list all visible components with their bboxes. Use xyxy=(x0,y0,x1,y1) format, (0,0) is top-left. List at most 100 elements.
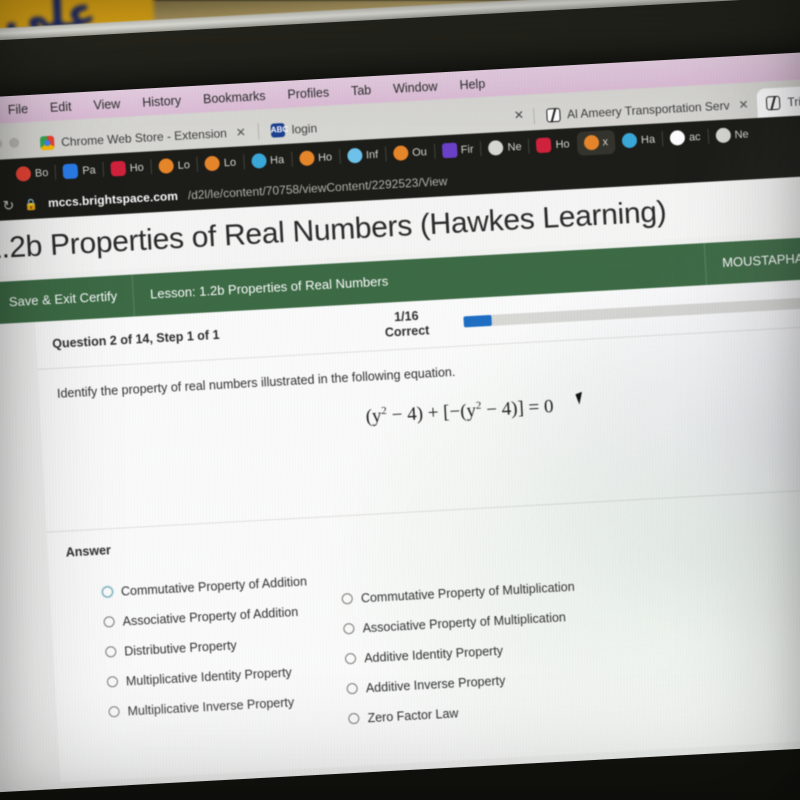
bookmark-item-14[interactable]: ac xyxy=(663,129,708,146)
radio-button[interactable] xyxy=(101,586,114,598)
answer-option-associative-multiplication[interactable]: Associative Property of Multiplication xyxy=(343,609,576,636)
menu-item-window[interactable]: Window xyxy=(393,79,438,95)
gmail-icon xyxy=(15,165,32,182)
chrome-gray-icon xyxy=(715,127,731,144)
reload-icon[interactable]: ↻ xyxy=(2,196,15,214)
answer-options-right-column: Commutative Property of Multiplication A… xyxy=(340,559,581,726)
bookmark-label: Ho xyxy=(555,137,570,151)
screen-area:  File Edit View History Bookmarks Profi… xyxy=(0,49,800,800)
equation-part-1: (y xyxy=(365,405,383,427)
radio-button[interactable] xyxy=(348,712,360,725)
option-label: Additive Inverse Property xyxy=(365,673,506,695)
option-label: Zero Factor Law xyxy=(367,705,459,725)
close-icon[interactable]: ✕ xyxy=(235,125,246,140)
close-icon[interactable]: x xyxy=(602,136,608,148)
menu-item-help[interactable]: Help xyxy=(459,76,485,91)
mouse-cursor-icon xyxy=(575,389,590,405)
bookmark-item-1[interactable]: Pa xyxy=(56,162,103,180)
answer-option-distributive[interactable]: Distributive Property xyxy=(105,634,311,659)
window-controls[interactable] xyxy=(0,137,32,161)
bookmark-label: Fir xyxy=(460,143,474,156)
bookmark-label: Inf xyxy=(365,148,379,162)
bookmark-item-3[interactable]: Lo xyxy=(151,157,197,174)
bookmark-label: Ne xyxy=(734,127,749,141)
bookmark-item-0[interactable]: Bo xyxy=(9,165,56,183)
menu-item-file[interactable]: File xyxy=(7,102,28,117)
keyboard-label: Keyboard xyxy=(792,537,800,556)
menu-item-profiles[interactable]: Profiles xyxy=(287,85,329,101)
equation-part-3: − 4)] = 0 xyxy=(480,395,555,421)
close-icon[interactable]: ✕ xyxy=(514,107,531,131)
page-content: 1.2b Properties of Real Numbers (Hawkes … xyxy=(0,173,800,800)
radio-button[interactable] xyxy=(106,676,119,688)
bitcoin-icon xyxy=(204,155,221,172)
menu-item-history[interactable]: History xyxy=(142,93,182,109)
option-label: Additive Identity Property xyxy=(363,643,504,665)
progress-track xyxy=(463,296,800,328)
bookmark-item-9[interactable]: Fir xyxy=(434,141,481,159)
bitcoin-icon xyxy=(298,150,315,167)
bookmark-item-11[interactable]: Ho xyxy=(529,136,577,154)
answer-option-additive-inverse[interactable]: Additive Inverse Property xyxy=(346,669,580,696)
tab-divider xyxy=(532,108,535,125)
bookmark-item-6[interactable]: Ho xyxy=(292,149,340,167)
radio-button[interactable] xyxy=(343,622,355,635)
tab-label: Al Ameery Transportation Serv xyxy=(566,97,730,121)
answer-option-commutative-addition[interactable]: Commutative Property of Addition xyxy=(101,574,308,599)
answer-options-left-column: Commutative Property of Addition Associa… xyxy=(101,574,315,739)
menu-item-edit[interactable]: Edit xyxy=(50,99,72,114)
bitcoin-icon xyxy=(158,158,175,174)
bookmark-label: Ha xyxy=(640,133,656,146)
bookmark-item-2[interactable]: Ho xyxy=(103,159,151,177)
radio-button[interactable] xyxy=(341,593,354,605)
radio-button[interactable] xyxy=(344,652,357,665)
answer-option-multiplicative-identity[interactable]: Multiplicative Identity Property xyxy=(106,664,313,689)
bookmark-item-15[interactable]: Ne xyxy=(708,126,756,144)
bookmark-item-10[interactable]: Ne xyxy=(481,139,529,157)
bookmark-item-13[interactable]: Ha xyxy=(615,131,663,149)
bookmark-label: ac xyxy=(688,130,701,144)
option-label: Commutative Property of Addition xyxy=(120,574,308,599)
bookmark-item-5[interactable]: Ha xyxy=(244,152,292,170)
tab-label: TripManifest xyxy=(787,91,800,109)
answer-option-associative-addition[interactable]: Associative Property of Addition xyxy=(103,604,309,629)
menu-item-bookmarks[interactable]: Bookmarks xyxy=(203,88,266,105)
menu-item-tab[interactable]: Tab xyxy=(351,83,372,98)
close-icon[interactable]: ✕ xyxy=(738,97,749,112)
lock-icon: 🔒 xyxy=(24,198,39,211)
cloud-icon xyxy=(346,147,363,164)
bookmark-item-4[interactable]: Lo xyxy=(197,154,243,172)
score-label: Correct xyxy=(384,323,430,340)
bookmark-item-7[interactable]: Inf xyxy=(340,146,386,164)
forms-icon xyxy=(441,142,458,159)
radio-button[interactable] xyxy=(108,706,120,718)
radio-button[interactable] xyxy=(103,616,115,628)
chrome-gray-icon xyxy=(488,139,504,156)
tide-icon xyxy=(621,132,638,149)
radio-button[interactable] xyxy=(346,682,359,695)
browser-tab-tripmanifest[interactable]: TripManifest xyxy=(756,83,800,118)
tab-divider xyxy=(257,123,260,140)
answer-option-additive-identity[interactable]: Additive Identity Property xyxy=(344,639,578,666)
progress-bar xyxy=(447,296,800,328)
option-label: Commutative Property of Multiplication xyxy=(360,579,575,606)
url-host: mccs.brightspace.com xyxy=(47,188,179,211)
browser-tab-login[interactable]: ABC login xyxy=(261,113,327,145)
tab-label: Chrome Web Store - Extension xyxy=(60,125,228,149)
answer-option-commutative-multiplication[interactable]: Commutative Property of Multiplication xyxy=(341,579,575,606)
radio-button[interactable] xyxy=(105,646,117,658)
answer-option-zero-factor-law[interactable]: Zero Factor Law xyxy=(348,699,581,726)
bitcoin-icon xyxy=(392,145,409,162)
bitcoin-icon xyxy=(583,134,599,151)
google-icon xyxy=(669,129,686,146)
menu-item-view[interactable]: View xyxy=(93,96,121,111)
bookmark-item-12[interactable]: x xyxy=(575,129,616,156)
answer-option-multiplicative-inverse[interactable]: Multiplicative Inverse Property xyxy=(108,694,314,719)
zoom-window-button[interactable] xyxy=(8,137,20,149)
minimize-window-button[interactable] xyxy=(0,138,3,150)
bookmark-label: Bo xyxy=(34,166,49,180)
equation-part-2: − 4) + [−(y xyxy=(386,399,477,426)
bookmark-item-8[interactable]: Ou xyxy=(386,144,434,162)
abc-icon: ABC xyxy=(270,122,288,138)
bookmark-label: Ou xyxy=(411,145,428,159)
